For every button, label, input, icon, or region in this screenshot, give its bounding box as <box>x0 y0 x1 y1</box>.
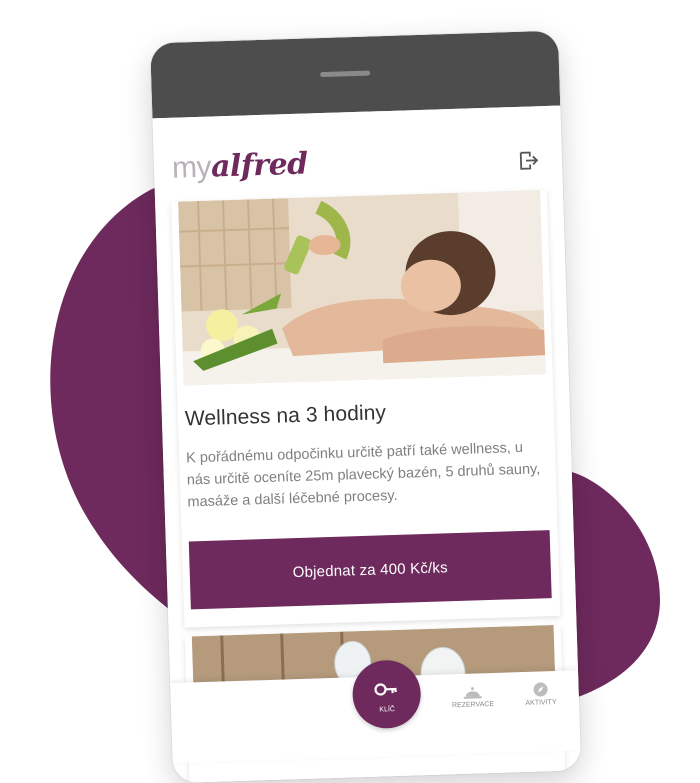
bell-icon <box>463 687 482 699</box>
logo-alfred: alfred <box>210 146 309 185</box>
nav-key-label: KLÍČ <box>379 706 396 714</box>
phone-frame: myalfred Wellness na 3 hodiny K pořádném… <box>150 30 582 783</box>
app-logo: myalfred <box>171 146 309 185</box>
speaker-grille <box>320 70 371 78</box>
nav-activities-tab[interactable]: AKTIVITY <box>500 680 581 708</box>
app-header: myalfred <box>152 106 562 203</box>
order-button[interactable]: Objednat za 400 Kč/ks <box>188 530 552 610</box>
offer-title: Wellness na 3 hodiny <box>184 401 387 431</box>
key-icon <box>374 683 397 696</box>
logo-my: my <box>171 150 212 185</box>
bottom-navigation: KLÍČ REZERVACE AKTIVITY <box>170 659 581 764</box>
nav-reservations-label: REZERVACE <box>451 700 495 710</box>
logout-icon[interactable] <box>518 150 541 171</box>
app-screen: myalfred Wellness na 3 hodiny K pořádném… <box>152 105 582 783</box>
compass-icon <box>533 682 548 697</box>
offer-card: Wellness na 3 hodiny K pořádnému odpočin… <box>171 190 561 628</box>
nav-activities-label: AKTIVITY <box>525 698 557 707</box>
wellness-photo <box>178 190 546 386</box>
nav-key-tab[interactable]: KLÍČ <box>351 659 422 730</box>
offer-description: K pořádnému odpočinku určitě patří také … <box>185 439 541 511</box>
phone-bezel <box>150 30 561 119</box>
